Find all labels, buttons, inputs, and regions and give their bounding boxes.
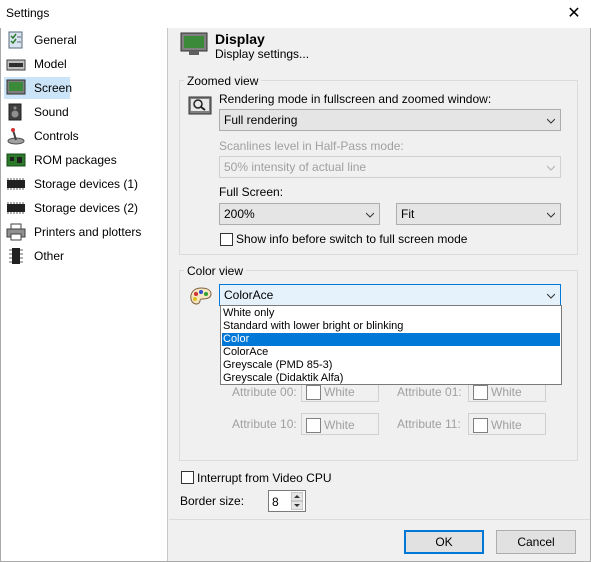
dropdown-option[interactable]: Standard with lower bright or blinking — [222, 320, 560, 333]
dropdown-option[interactable]: ColorAce — [222, 346, 560, 359]
show-info-label: Show info before switch to full screen m… — [236, 232, 468, 246]
attribute-10-select[interactable]: White — [301, 413, 379, 435]
chip-icon — [7, 202, 25, 214]
sidebar-item-label: Sound — [34, 105, 69, 119]
chip-icon — [7, 178, 25, 190]
fit-value: Fit — [401, 207, 415, 221]
scanlines-select[interactable]: 50% intensity of actual line — [219, 156, 561, 178]
sidebar-item-label: ROM packages — [34, 153, 117, 167]
window-title: Settings — [6, 6, 50, 20]
attribute-10-label: Attribute 10: — [232, 417, 297, 431]
attribute-11-select[interactable]: White — [468, 413, 546, 435]
sidebar-item-label: Model — [34, 57, 67, 71]
border-size-label: Border size: — [180, 494, 245, 508]
sidebar-item-controls[interactable]: Controls — [4, 125, 164, 147]
sidebar-item-label: General — [34, 33, 77, 47]
attribute-01-value: White — [491, 385, 522, 399]
attribute-00-label: Attribute 00: — [232, 385, 297, 399]
attribute-11-value: White — [491, 418, 522, 432]
sidebar-item-general[interactable]: General — [4, 29, 164, 51]
zoom-value: 200% — [224, 207, 255, 221]
zoom-select[interactable]: 200% — [219, 203, 380, 225]
title-bar — [0, 0, 591, 28]
show-info-checkbox[interactable] — [220, 233, 233, 246]
display-icon — [180, 32, 208, 55]
ic-chip-icon — [9, 248, 23, 264]
sidebar-item-label: Storage devices (1) — [34, 177, 139, 191]
rendering-mode-label: Rendering mode in fullscreen and zoomed … — [219, 92, 492, 106]
sidebar-item-printers[interactable]: Printers and plotters — [4, 221, 164, 243]
dropdown-option[interactable]: Greyscale (PMD 85-3) — [222, 359, 560, 372]
scanlines-label: Scanlines level in Half-Pass mode: — [219, 139, 404, 153]
color-mode-value: ColorAce — [224, 288, 274, 302]
interrupt-checkbox[interactable] — [181, 471, 194, 484]
magnifier-monitor-icon — [188, 96, 212, 115]
scanlines-value: 50% intensity of actual line — [224, 160, 367, 174]
rendering-mode-value: Full rendering — [224, 113, 298, 127]
palette-icon — [190, 287, 212, 305]
sidebar-item-other[interactable]: Other — [4, 245, 164, 267]
spin-down-icon[interactable] — [291, 501, 303, 510]
sidebar-item-storage-2[interactable]: Storage devices (2) — [4, 197, 164, 219]
sidebar-item-screen[interactable]: Screen — [4, 77, 73, 99]
border-size-value: 8 — [272, 495, 279, 509]
sidebar-item-label: Other — [34, 249, 65, 263]
color-swatch — [473, 385, 488, 400]
footer-divider — [169, 519, 590, 520]
page-title: Display — [215, 31, 265, 47]
dropdown-option[interactable]: Greyscale (Didaktik Alfa) — [222, 372, 560, 385]
color-mode-dropdown-list: White only Standard with lower bright or… — [220, 305, 562, 385]
sidebar-item-rom-packages[interactable]: ROM packages — [4, 149, 164, 171]
color-swatch — [473, 418, 488, 433]
attribute-00-value: White — [324, 385, 355, 399]
sidebar-item-label: Printers and plotters — [34, 225, 142, 239]
border-size-spinner[interactable]: 8 — [268, 490, 306, 512]
rendering-mode-select[interactable]: Full rendering — [219, 109, 561, 131]
color-swatch — [306, 418, 321, 433]
color-view-group-label: Color view — [184, 264, 247, 278]
fit-select[interactable]: Fit — [396, 203, 561, 225]
cancel-button[interactable]: Cancel — [496, 530, 576, 554]
spin-up-icon[interactable] — [291, 492, 303, 501]
fullscreen-label: Full Screen: — [219, 185, 284, 199]
printer-icon — [6, 223, 26, 241]
speaker-icon — [8, 103, 22, 121]
attribute-10-value: White — [324, 418, 355, 432]
monitor-screen-icon — [6, 79, 26, 95]
page-subtitle: Display settings... — [215, 47, 310, 61]
chevron-down-icon — [547, 212, 555, 218]
ok-button[interactable]: OK — [404, 530, 484, 554]
joystick-icon — [7, 128, 25, 145]
sidebar-item-label: Controls — [34, 129, 79, 143]
color-swatch — [306, 385, 321, 400]
sidebar-item-model[interactable]: Model — [4, 53, 164, 75]
close-button[interactable]: ✕ — [561, 3, 587, 25]
chevron-down-icon — [547, 165, 555, 171]
zoomed-view-group-label: Zoomed view — [184, 74, 262, 88]
attribute-11-label: Attribute 11: — [397, 417, 461, 431]
sidebar-item-label: Storage devices (2) — [34, 201, 139, 215]
color-mode-select[interactable]: ColorAce — [219, 284, 561, 306]
circuit-board-icon — [6, 153, 26, 167]
sidebar-item-sound[interactable]: Sound — [4, 101, 164, 123]
dropdown-option-highlighted[interactable]: Color — [222, 333, 560, 346]
computer-model-icon — [6, 59, 26, 71]
chevron-down-icon — [547, 293, 555, 299]
sidebar-item-storage-1[interactable]: Storage devices (1) — [4, 173, 164, 195]
interrupt-label: Interrupt from Video CPU — [197, 471, 332, 485]
chevron-down-icon — [547, 118, 555, 124]
sidebar-item-label: Screen — [34, 81, 73, 95]
dropdown-option[interactable]: White only — [222, 307, 560, 320]
attribute-01-label: Attribute 01: — [397, 385, 462, 399]
general-checklist-icon — [8, 31, 23, 49]
chevron-down-icon — [366, 212, 374, 218]
